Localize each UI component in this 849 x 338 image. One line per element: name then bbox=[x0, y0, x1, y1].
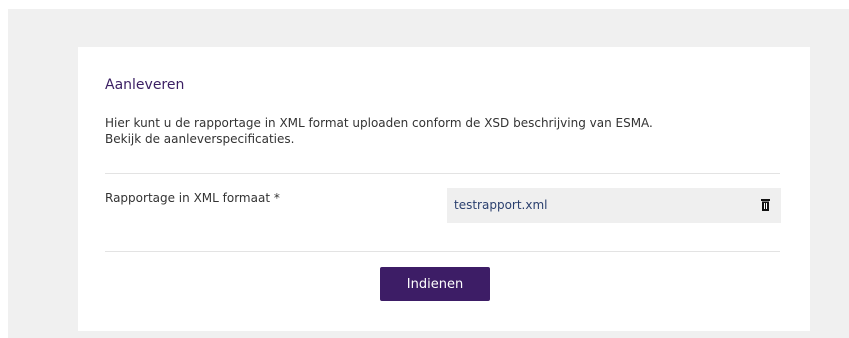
page-background: Aanleveren Hier kunt u de rapportage in … bbox=[8, 9, 849, 338]
file-field-label: Rapportage in XML formaat * bbox=[105, 191, 280, 205]
description-text: Hier kunt u de rapportage in XML format … bbox=[105, 116, 653, 130]
specifications-link[interactable]: Bekijk de aanleverspecificaties. bbox=[105, 131, 653, 147]
trash-icon[interactable] bbox=[761, 199, 770, 211]
submit-button[interactable]: Indienen bbox=[380, 267, 490, 301]
divider-bottom bbox=[105, 251, 780, 252]
uploaded-file-field[interactable]: testrapport.xml bbox=[447, 188, 781, 223]
uploaded-file-name[interactable]: testrapport.xml bbox=[454, 198, 548, 212]
form-title: Aanleveren bbox=[105, 77, 185, 93]
form-description: Hier kunt u de rapportage in XML format … bbox=[105, 115, 653, 147]
divider-top bbox=[105, 173, 780, 174]
upload-form-card: Aanleveren Hier kunt u de rapportage in … bbox=[78, 47, 810, 331]
